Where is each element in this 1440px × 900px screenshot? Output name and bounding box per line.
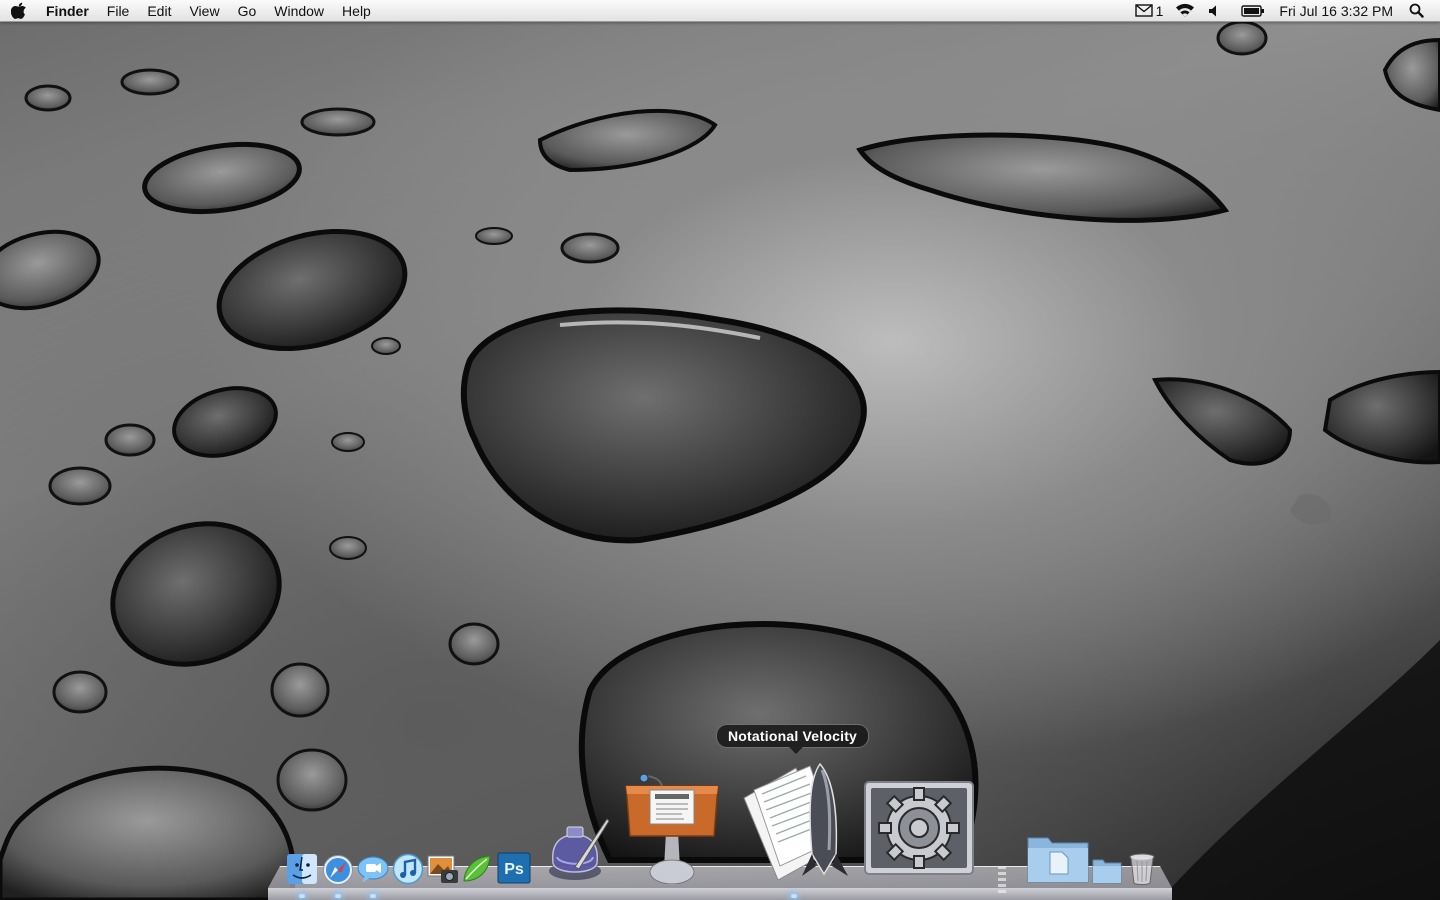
dock-quill-icon[interactable] <box>545 815 611 883</box>
volume-extra[interactable] <box>1201 0 1227 22</box>
battery-extra[interactable] <box>1227 0 1271 22</box>
dock-finder-icon[interactable] <box>286 853 318 885</box>
mail-extra[interactable]: 1 <box>1129 0 1170 22</box>
dock-notational-velocity-icon[interactable] <box>736 758 852 884</box>
menu-window[interactable]: Window <box>265 0 333 22</box>
dock-itunes-icon[interactable] <box>392 853 424 885</box>
dock-system-preferences-icon[interactable] <box>864 781 974 877</box>
mail-icon <box>1134 4 1153 17</box>
wifi-extra[interactable] <box>1169 0 1201 22</box>
dock-photoshop-icon[interactable]: Ps <box>497 852 531 884</box>
spotlight-extra[interactable] <box>1403 0 1430 22</box>
menu-help[interactable]: Help <box>333 0 380 22</box>
ichat-running-indicator <box>370 894 376 898</box>
dock-iphoto-icon[interactable] <box>426 852 460 886</box>
dock-coda-icon[interactable] <box>461 853 493 885</box>
svg-text:Ps: Ps <box>504 861 524 878</box>
wifi-icon <box>1176 3 1195 17</box>
wallpaper-image <box>0 20 1440 900</box>
dock-keynote-icon[interactable] <box>622 772 722 884</box>
menu-clock[interactable]: Fri Jul 16 3:32 PM <box>1271 3 1403 19</box>
apple-menu-icon[interactable] <box>0 0 38 22</box>
dock-shelf-edge <box>268 888 1172 900</box>
menu-bar: Finder File Edit View Go Window Help 1 F… <box>0 0 1440 22</box>
dock-tooltip: Notational Velocity <box>716 724 870 754</box>
mail-unread-count: 1 <box>1155 2 1164 19</box>
dock-folder-icon[interactable] <box>1026 832 1090 884</box>
dock-ichat-icon[interactable] <box>357 855 389 885</box>
spotlight-search-icon <box>1409 3 1424 18</box>
menu-view[interactable]: View <box>180 0 228 22</box>
menu-edit[interactable]: Edit <box>138 0 180 22</box>
dock-separator[interactable] <box>998 866 1006 896</box>
menu-file[interactable]: File <box>98 0 139 22</box>
battery-icon <box>1241 4 1265 17</box>
finder-running-indicator <box>299 894 305 898</box>
dock-downloads-folder-icon[interactable] <box>1092 856 1122 884</box>
volume-icon <box>1209 5 1217 16</box>
safari-running-indicator <box>335 894 341 898</box>
menu-app-name[interactable]: Finder <box>38 0 98 22</box>
menu-go[interactable]: Go <box>229 0 266 22</box>
desktop[interactable]: Finder File Edit View Go Window Help 1 F… <box>0 0 1440 900</box>
dock-safari-icon[interactable] <box>322 854 354 886</box>
notational-velocity-running-indicator <box>791 894 797 898</box>
dock-trash-icon[interactable] <box>1128 852 1156 886</box>
